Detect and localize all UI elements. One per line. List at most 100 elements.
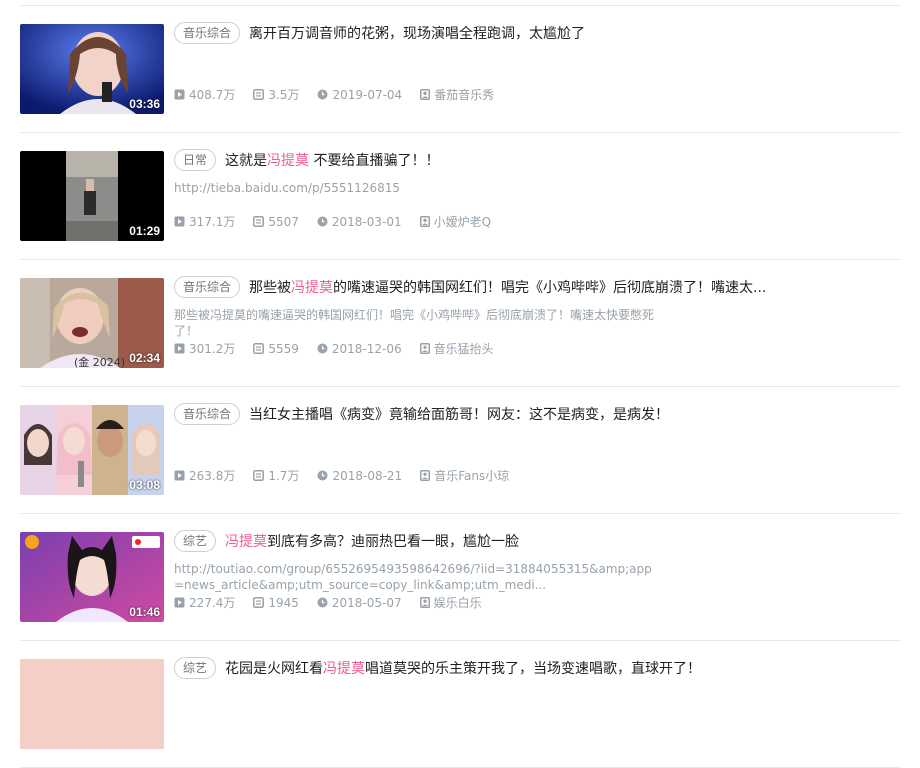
video-result-item: (金 2024) 02:34 音乐综合 那些被冯提莫的嘴速逼哭的韩国网红们！唱完《小鸡… (20, 260, 901, 387)
video-meta: 408.7万 3.5万 2019-07-04 番茄音乐秀 (174, 86, 512, 103)
uploader-icon (420, 470, 434, 481)
danmaku-icon (253, 470, 268, 481)
upload-date: 2018-08-21 (317, 469, 402, 483)
play-icon (174, 343, 189, 354)
video-meta: 301.2万 5559 2018-12-06 音乐猛抬头 (174, 340, 512, 357)
title-row: 日常 这就是冯提莫 不要给直播骗了！！ (174, 149, 901, 171)
title-text: 到底有多高？迪丽热巴看一眼，尴尬一脸 (267, 534, 520, 550)
danmaku-count: 3.5万 (253, 86, 299, 103)
category-tag[interactable]: 音乐综合 (174, 276, 241, 298)
video-info: 音乐综合 当红女主播唱《病变》竟输给面筋哥！网友：这不是病变，是病发！ (174, 403, 901, 425)
title-row: 综艺 花园是火网红看冯提莫唱道莫哭的乐主策开我了，当场变速唱歌，直球开了！ (174, 657, 901, 679)
clock-icon (317, 343, 332, 354)
svg-text:(金 2024): (金 2024) (74, 355, 125, 368)
video-thumbnail[interactable]: 03:36 (20, 24, 164, 114)
category-tag[interactable]: 综艺 (174, 657, 217, 679)
danmaku-icon (253, 89, 268, 100)
video-result-item: 综艺 花园是火网红看冯提莫唱道莫哭的乐主策开我了，当场变速唱歌，直球开了！ (20, 641, 901, 768)
title-text: 花园是火网红看 (225, 661, 324, 677)
title-text: 当红女主播唱《病变》竟输给面筋哥！网友：这不是病变，是病发！ (249, 407, 670, 423)
upload-date: 2019-07-04 (317, 88, 402, 102)
view-count-text: 301.2万 (189, 342, 236, 356)
video-info: 日常 这就是冯提莫 不要给直播骗了！！ http://tieba.baidu.com… (174, 149, 901, 196)
upload-date-text: 2018-05-07 (331, 595, 402, 610)
category-tag[interactable]: 综艺 (174, 530, 217, 552)
video-title-link[interactable]: 冯提莫到底有多高？迪丽热巴看一眼，尴尬一脸 (225, 531, 519, 551)
uploader-link[interactable]: 小嫒炉老Q (419, 213, 492, 230)
video-description: http://tieba.baidu.com/p/5551126815 (174, 181, 400, 195)
uploader-link-text: 小嫒炉老Q (433, 215, 492, 229)
video-meta: 317.1万 5507 2018-03-01 小嫒炉老Q (174, 213, 509, 230)
video-thumbnail[interactable]: 01:46 (20, 532, 164, 622)
title-keyword-highlight: 冯提莫 (267, 153, 310, 169)
uploader-link[interactable]: 音乐猛抬头 (419, 340, 494, 357)
title-keyword-highlight: 冯提莫 (291, 280, 334, 296)
upload-date-text: 2018-12-06 (331, 341, 402, 356)
uploader-link[interactable]: 娱乐白乐 (419, 594, 482, 611)
uploader-link-text: 番茄音乐秀 (434, 88, 495, 102)
video-title-link[interactable]: 当红女主播唱《病变》竟输给面筋哥！网友：这不是病变，是病发！ (249, 404, 669, 424)
video-info: 综艺 冯提莫到底有多高？迪丽热巴看一眼，尴尬一脸 http://toutiao.co… (174, 530, 901, 593)
category-tag[interactable]: 音乐综合 (174, 403, 241, 425)
video-info: 综艺 花园是火网红看冯提莫唱道莫哭的乐主策开我了，当场变速唱歌，直球开了！ (174, 657, 901, 679)
category-tag[interactable]: 音乐综合 (174, 22, 241, 44)
uploader-link[interactable]: 番茄音乐秀 (420, 86, 494, 103)
upload-date: 2018-03-01 (317, 215, 402, 229)
title-row: 音乐综合 当红女主播唱《病变》竟输给面筋哥！网友：这不是病变，是病发！ (174, 403, 901, 425)
danmaku-count-text: 5559 (268, 341, 299, 356)
uploader-link[interactable]: 音乐Fans小琼 (420, 467, 509, 484)
title-text: 离开百万调音师的花粥，现场演唱全程跑调，太尴尬了 (249, 26, 586, 42)
upload-date: 2018-12-06 (317, 342, 402, 356)
danmaku-icon (253, 597, 268, 608)
duration-label: 03:08 (129, 478, 160, 492)
play-icon (174, 216, 189, 227)
danmaku-icon (253, 343, 268, 354)
title-row: 音乐综合 离开百万调音师的花粥，现场演唱全程跑调，太尴尬了 (174, 22, 901, 44)
thumbnail-image (20, 659, 164, 749)
view-count-text: 408.7万 (189, 88, 236, 102)
video-result-item: 01:29 日常 这就是冯提莫 不要给直播骗了！！ http://tieba.baid… (20, 133, 901, 260)
uploader-icon (419, 343, 434, 354)
danmaku-count-text: 1945 (268, 595, 299, 610)
title-text: 那些被 (249, 280, 292, 296)
video-thumbnail[interactable]: (金 2024) 02:34 (20, 278, 164, 368)
video-result-item: 03:08 音乐综合 当红女主播唱《病变》竟输给面筋哥！网友：这不是病变，是病发！ 2… (20, 387, 901, 514)
view-count: 227.4万 (174, 594, 235, 611)
view-count: 408.7万 (174, 86, 235, 103)
view-count: 263.8万 (174, 467, 235, 484)
danmaku-count-text: 3.5万 (268, 88, 300, 102)
danmaku-count-text: 1.7万 (268, 469, 300, 483)
uploader-icon (420, 89, 434, 100)
clock-icon (317, 216, 332, 227)
view-count-text: 317.1万 (189, 215, 236, 229)
duration-label: 03:36 (129, 97, 160, 111)
title-text: 不要给直播骗了！！ (309, 153, 440, 169)
video-title-link[interactable]: 那些被冯提莫的嘴速逼哭的韩国网红们！唱完《小鸡哔哔》后彻底崩溃了！嘴速太... (249, 277, 766, 297)
video-description: http://toutiao.com/group/655269549359864… (174, 562, 652, 592)
video-title-link[interactable]: 离开百万调音师的花粥，现场演唱全程跑调，太尴尬了 (249, 23, 585, 43)
uploader-link-text: 音乐Fans小琼 (434, 469, 510, 483)
danmaku-count: 5559 (253, 342, 299, 356)
video-info: 音乐综合 离开百万调音师的花粥，现场演唱全程跑调，太尴尬了 (174, 22, 901, 44)
video-meta: 227.4万 1945 2018-05-07 娱乐白乐 (174, 594, 500, 611)
clock-icon (317, 89, 332, 100)
video-meta: 263.8万 1.7万 2018-08-21 音乐Fans小琼 (174, 467, 527, 484)
video-thumbnail[interactable]: 01:29 (20, 151, 164, 241)
danmaku-count: 1.7万 (253, 467, 299, 484)
duration-label: 01:29 (129, 224, 160, 238)
category-tag[interactable]: 日常 (174, 149, 217, 171)
video-description: 那些被冯提莫的嘴速逼哭的韩国网红们！唱完《小鸡哔哔》后彻底崩溃了！嘴速太快要憋死… (174, 308, 655, 338)
uploader-icon (419, 216, 434, 227)
view-count: 301.2万 (174, 340, 235, 357)
title-row: 综艺 冯提莫到底有多高？迪丽热巴看一眼，尴尬一脸 (174, 530, 901, 552)
title-keyword-highlight: 冯提莫 (323, 661, 366, 677)
video-title-link[interactable]: 这就是冯提莫 不要给直播骗了！！ (225, 150, 439, 170)
video-thumbnail[interactable] (20, 659, 164, 749)
uploader-icon (419, 597, 434, 608)
video-title-link[interactable]: 花园是火网红看冯提莫唱道莫哭的乐主策开我了，当场变速唱歌，直球开了！ (225, 658, 701, 678)
danmaku-count-text: 5507 (268, 214, 299, 229)
video-thumbnail[interactable]: 03:08 (20, 405, 164, 495)
video-info: 音乐综合 那些被冯提莫的嘴速逼哭的韩国网红们！唱完《小鸡哔哔》后彻底崩溃了！嘴速太… (174, 276, 901, 339)
title-text: 唱道莫哭的乐主策开我了，当场变速唱歌，直球开了！ (365, 661, 702, 677)
clock-icon (317, 597, 332, 608)
